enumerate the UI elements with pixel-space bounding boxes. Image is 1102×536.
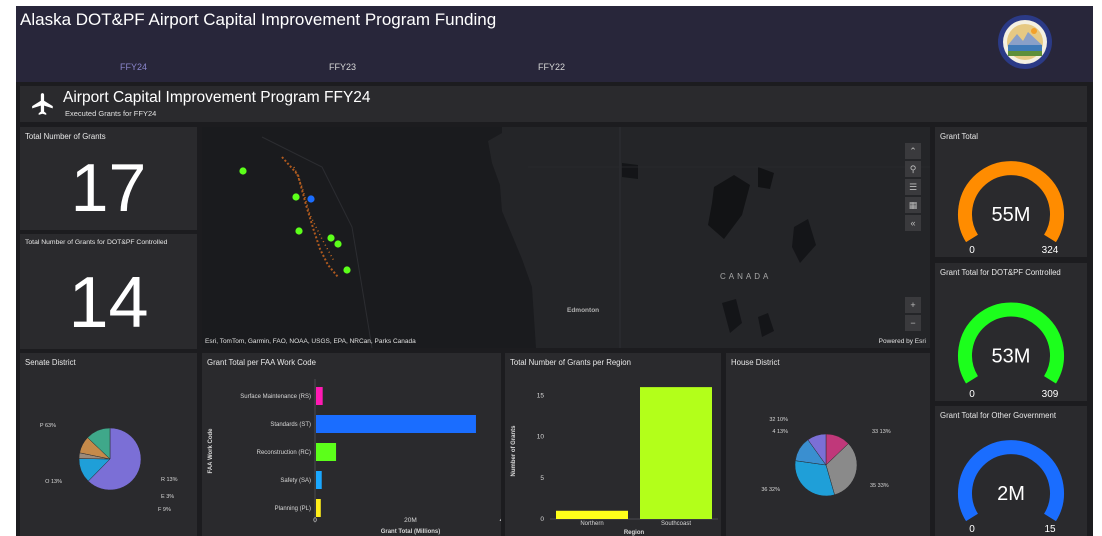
- bar[interactable]: [556, 510, 628, 519]
- gauge-panel-other-total: Grant Total for Other Government 2M 0 15: [935, 406, 1087, 536]
- zoom-in-icon[interactable]: +: [905, 297, 921, 313]
- map-panel[interactable]: CANADA Edmonton ⌃ ⚲ ☰ ▦ « + − Esri, TomT…: [202, 127, 930, 348]
- section-banner: Airport Capital Improvement Program FFY2…: [20, 86, 1087, 122]
- pie-slice-label: R 13%: [161, 477, 178, 483]
- bar-category-label: Standards (ST): [270, 422, 311, 428]
- senate-district-pie-chart[interactable]: P 63% R 13% E 3% F 9% O 13%: [20, 353, 197, 536]
- layers-list-icon[interactable]: ☰: [905, 179, 921, 195]
- region-panel: Total Number of Grants per Region 0 5 10 15…: [505, 353, 721, 536]
- bar-category-label: Planning (PL): [275, 506, 311, 512]
- y-tick-label: 0: [540, 516, 544, 523]
- bar-category-label: Reconstruction (RC): [257, 450, 311, 456]
- total-grants-value: 17: [70, 150, 147, 226]
- app-title: Alaska DOT&PF Airport Capital Improvemen…: [20, 10, 497, 29]
- pie-slice-label: 36 32%: [761, 487, 780, 493]
- work-code-panel: Grant Total per FAA Work Code Surface Ma…: [202, 353, 501, 536]
- x-tick-label: 40M: [500, 517, 501, 524]
- gauge-value: 2M: [997, 483, 1025, 505]
- state-seal-logo: [998, 15, 1052, 69]
- pie-slice-label: 32 10%: [769, 417, 788, 423]
- pie-slice-label: F 9%: [158, 507, 171, 513]
- tab-ffy23[interactable]: FFY23: [329, 62, 356, 72]
- map-label-city: Edmonton: [567, 307, 600, 314]
- x-tick-label: 20M: [404, 517, 417, 524]
- zoom-out-icon[interactable]: −: [905, 315, 921, 331]
- gauge-other-total: 2M 0 15: [958, 440, 1064, 535]
- x-tick-label: Southcoast: [661, 521, 691, 527]
- y-axis-label: Number of Grants: [511, 425, 517, 477]
- gauge-value: 55M: [992, 204, 1031, 226]
- dashboard: Alaska DOT&PF Airport Capital Improvemen…: [16, 6, 1093, 536]
- x-tick-label: Northern: [580, 521, 603, 527]
- total-grants-title: Total Number of Grants: [25, 132, 106, 141]
- dotpf-grants-title: Total Number of Grants for DOT&PF Contro…: [25, 239, 168, 246]
- gauge-dotpf-total: 53M 0 309: [958, 302, 1064, 400]
- banner-subtitle: Executed Grants for FFY24: [65, 109, 157, 118]
- work-code-bar-chart[interactable]: Surface Maintenance (RS) Standards (ST) Re…: [202, 353, 501, 536]
- map-attribution: Esri, TomTom, Garmin, FAO, NOAA, USGS, E…: [205, 338, 416, 345]
- pie-slice-label: 35 33%: [870, 483, 889, 489]
- tab-ffy22[interactable]: FFY22: [538, 62, 565, 72]
- bar[interactable]: [316, 387, 323, 405]
- gauge-panel-grant-total: Grant Total 55M 0 324: [935, 127, 1087, 257]
- bar[interactable]: [316, 415, 476, 433]
- y-tick-label: 5: [540, 475, 544, 482]
- house-district-pie-chart[interactable]: 33 13% 35 33% 36 32% 4 13% 32 10%: [726, 353, 930, 536]
- pie-slice-label: E 3%: [161, 494, 174, 500]
- bar-category-label: Safety (SA): [280, 478, 311, 484]
- dashboard-header: Alaska DOT&PF Airport Capital Improvemen…: [16, 6, 1093, 82]
- tab-ffy24[interactable]: FFY24: [120, 62, 147, 72]
- gauge-max: 15: [1044, 524, 1056, 535]
- map-powered-by[interactable]: Powered by Esri: [879, 338, 926, 345]
- gauge-min: 0: [969, 389, 975, 400]
- x-tick-label: 0: [313, 517, 317, 524]
- y-axis-label: FAA Work Code: [208, 428, 214, 474]
- gauge-panel-dotpf-total: Grant Total for DOT&PF Controlled 53M 0 …: [935, 263, 1087, 401]
- expand-icon[interactable]: «: [905, 215, 921, 231]
- dotpf-grants-value: 14: [68, 263, 149, 343]
- gauge-max: 309: [1042, 389, 1059, 400]
- basemap-icon[interactable]: ▦: [905, 197, 921, 213]
- house-district-panel: House District 33 13% 35 33% 36 32% 4 13% 32…: [726, 353, 930, 536]
- x-axis-label: Region: [624, 530, 645, 536]
- search-icon[interactable]: ⚲: [905, 161, 921, 177]
- collapse-icon[interactable]: ⌃: [905, 143, 921, 159]
- gauge-min: 0: [969, 524, 975, 535]
- basemap[interactable]: [202, 127, 930, 348]
- bar[interactable]: [316, 499, 321, 517]
- dotpf-grants-panel: Total Number of Grants for DOT&PF Contro…: [20, 234, 197, 349]
- gauge-min: 0: [969, 245, 975, 256]
- banner-title: Airport Capital Improvement Program FFY2…: [63, 89, 371, 106]
- senate-district-panel: Senate District P 63% R 13% E 3% F 9% O 13%: [20, 353, 197, 536]
- bar[interactable]: [316, 471, 322, 489]
- map-label-country: CANADA: [720, 272, 772, 281]
- bar[interactable]: [640, 387, 712, 519]
- gauge-value: 53M: [992, 345, 1031, 367]
- y-tick-label: 10: [537, 434, 545, 441]
- pie-slice-label: P 63%: [40, 423, 56, 429]
- pie-slice-label: 33 13%: [872, 429, 891, 435]
- y-tick-label: 15: [537, 392, 545, 399]
- gauge-max: 324: [1042, 245, 1059, 256]
- bar[interactable]: [316, 443, 337, 461]
- gauge-grant-total: 55M 0 324: [958, 161, 1064, 256]
- total-grants-panel: Total Number of Grants 17: [20, 127, 197, 230]
- pie-slice-label: 4 13%: [772, 429, 788, 435]
- region-bar-chart[interactable]: 0 5 10 15 Northern Southcoast Region Number of …: [505, 353, 721, 536]
- x-axis-label: Grant Total (Millions): [381, 529, 441, 535]
- airplane-icon: [32, 93, 53, 115]
- bar-category-label: Surface Maintenance (RS): [240, 394, 311, 400]
- pie-slice-label: O 13%: [45, 479, 62, 485]
